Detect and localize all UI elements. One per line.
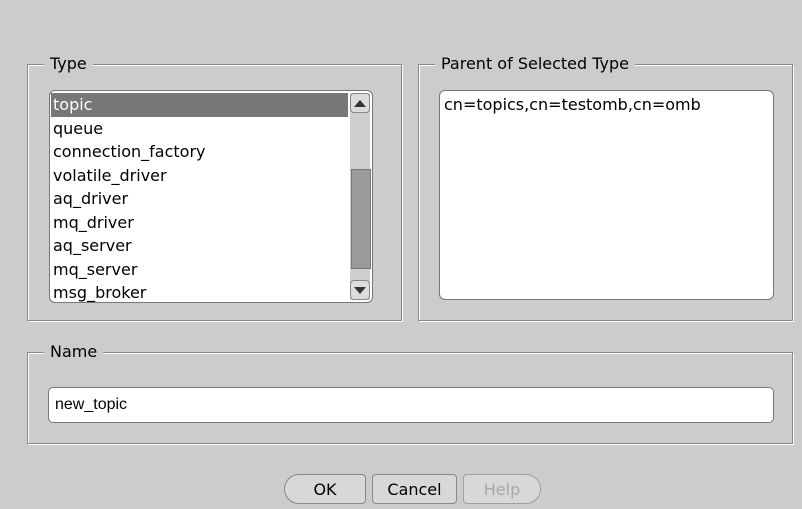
parent-type-group-label: Parent of Selected Type [435, 54, 636, 74]
scroll-up-button[interactable] [350, 93, 370, 113]
type-list: topic queue connection_factory volatile_… [51, 93, 348, 302]
list-item-mq-server[interactable]: mq_server [51, 258, 348, 282]
list-item-volatile-driver[interactable]: volatile_driver [51, 164, 348, 188]
chevron-up-icon [354, 99, 366, 107]
list-item-mq-driver[interactable]: mq_driver [51, 211, 348, 235]
list-item-aq-driver[interactable]: aq_driver [51, 187, 348, 211]
parent-type-field[interactable]: cn=topics,cn=testomb,cn=omb [439, 90, 774, 300]
parent-type-value: cn=topics,cn=testomb,cn=omb [444, 95, 701, 114]
list-item-msg-broker[interactable]: msg_broker [51, 281, 348, 302]
help-button[interactable]: Help [463, 474, 541, 504]
scrollbar-thumb[interactable] [351, 169, 371, 269]
list-item-topic[interactable]: topic [51, 93, 348, 117]
type-listbox[interactable]: topic queue connection_factory volatile_… [49, 90, 373, 303]
type-group: Type topic queue connection_factory vola… [27, 54, 403, 322]
chevron-down-icon [354, 286, 366, 294]
list-item-aq-server[interactable]: aq_server [51, 234, 348, 258]
name-group: Name new_topic [27, 342, 794, 445]
type-list-scrollbar[interactable] [350, 93, 371, 300]
name-group-label: Name [44, 342, 104, 362]
cancel-button[interactable]: Cancel [372, 474, 457, 504]
ok-button[interactable]: OK [284, 474, 366, 504]
type-group-label: Type [44, 54, 93, 74]
list-item-queue[interactable]: queue [51, 117, 348, 141]
list-item-connection-factory[interactable]: connection_factory [51, 140, 348, 164]
parent-type-group: Parent of Selected Type cn=topics,cn=tes… [418, 54, 794, 322]
name-input[interactable]: new_topic [48, 387, 774, 423]
scroll-down-button[interactable] [350, 280, 370, 300]
